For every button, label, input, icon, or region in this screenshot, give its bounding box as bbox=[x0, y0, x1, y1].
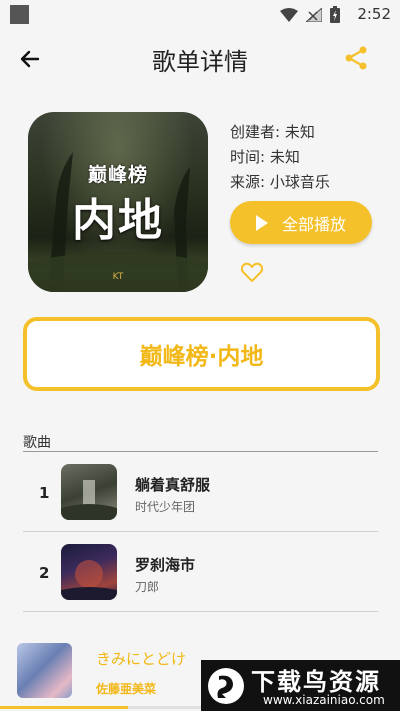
source-text: 来源: 小球音乐 bbox=[230, 173, 330, 191]
row-divider bbox=[23, 531, 378, 532]
songs-section-label: 歌曲 bbox=[23, 435, 51, 451]
cover-brand-mark: KT bbox=[112, 272, 124, 282]
song-index: 1 bbox=[39, 484, 50, 502]
share-button[interactable] bbox=[342, 44, 370, 72]
now-playing-artist: 佐藤亜美菜 bbox=[96, 682, 157, 696]
share-icon bbox=[345, 46, 367, 70]
watermark-title: 下载鸟资源 bbox=[251, 668, 381, 696]
play-all-label: 全部播放 bbox=[281, 214, 346, 234]
watermark-url: www.xiazainiao.com bbox=[263, 693, 385, 707]
playlist-cover: 巅峰榜 内地 KT bbox=[28, 112, 208, 292]
cover-title: 内地 bbox=[72, 195, 164, 246]
page-title: 歌单详情 bbox=[152, 48, 248, 76]
playback-progress-fill bbox=[0, 706, 128, 709]
play-icon bbox=[255, 214, 268, 231]
song-row[interactable]: 1 躺着真舒服 时代少年团 bbox=[23, 456, 378, 532]
status-bar: 2:52 bbox=[0, 0, 400, 28]
status-time: 2:52 bbox=[357, 5, 391, 23]
section-divider bbox=[23, 451, 378, 452]
notification-icon bbox=[10, 5, 29, 24]
song-title: 躺着真舒服 bbox=[135, 476, 211, 494]
watermark: 下载鸟资源 www.xiazainiao.com bbox=[201, 660, 400, 711]
playlist-name-box: 巅峰榜·内地 bbox=[23, 317, 380, 391]
cover-logo: 巅峰榜 bbox=[87, 164, 148, 186]
row-divider bbox=[23, 611, 378, 612]
now-playing-title: きみにとどけ bbox=[96, 650, 187, 668]
play-all-button[interactable]: 全部播放 bbox=[230, 201, 372, 244]
song-cover-art bbox=[61, 560, 117, 600]
bird-logo-icon bbox=[208, 668, 244, 704]
song-row[interactable]: 2 罗刹海市 刀郎 bbox=[23, 536, 378, 612]
song-index: 2 bbox=[39, 564, 50, 582]
song-cover-art bbox=[61, 480, 117, 520]
favorite-button[interactable] bbox=[240, 260, 264, 284]
wifi-icon bbox=[280, 7, 298, 22]
signal-icon bbox=[306, 7, 322, 22]
song-cover bbox=[61, 464, 117, 520]
creator-text: 创建者: 未知 bbox=[230, 123, 315, 141]
header: 歌单详情 bbox=[0, 28, 400, 90]
song-cover bbox=[61, 544, 117, 600]
song-artist: 时代少年团 bbox=[135, 500, 196, 514]
song-artist: 刀郎 bbox=[135, 580, 160, 594]
song-title: 罗刹海市 bbox=[135, 556, 196, 574]
status-icons bbox=[280, 6, 340, 23]
now-playing-cover bbox=[17, 643, 72, 698]
heart-outline-icon bbox=[240, 262, 264, 282]
battery-icon bbox=[330, 6, 340, 23]
playlist-name: 巅峰榜·内地 bbox=[139, 344, 264, 370]
playlist-meta: 创建者: 未知 时间: 未知 来源: 小球音乐 bbox=[230, 120, 330, 195]
time-text: 时间: 未知 bbox=[230, 148, 300, 166]
